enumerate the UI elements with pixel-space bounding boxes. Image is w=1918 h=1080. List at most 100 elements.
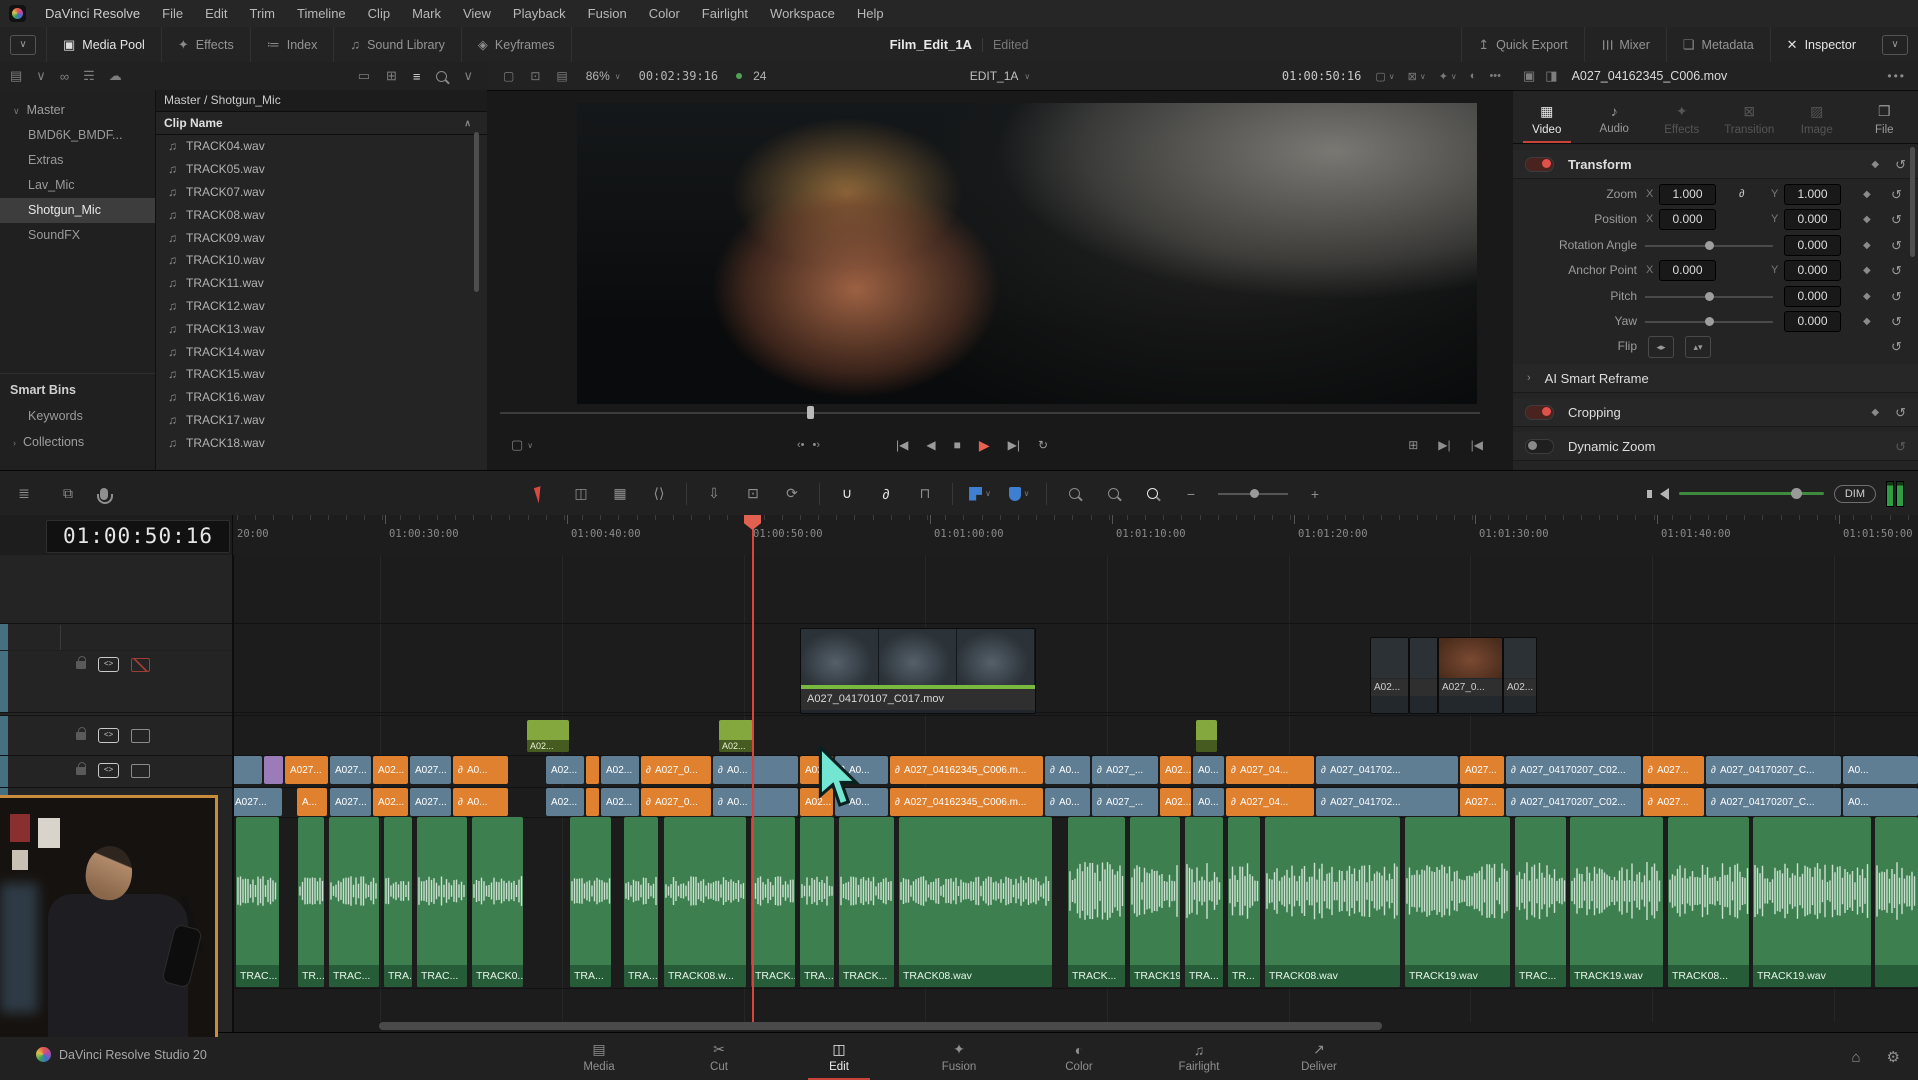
transform-toggle[interactable] [1525, 157, 1554, 172]
v3-clip[interactable]: A027_0... [1438, 637, 1503, 714]
bin-master[interactable]: ∨Master [0, 98, 155, 123]
next-marker-button[interactable]: •› [813, 439, 821, 451]
slider-knob[interactable] [1705, 292, 1714, 301]
v1-clip[interactable] [586, 756, 599, 784]
audio-clip[interactable] [1875, 817, 1918, 987]
a1-clip[interactable]: A027... [230, 788, 282, 816]
reset-icon[interactable]: ↺ [1895, 434, 1906, 459]
v1-clip[interactable]: A0... [1843, 756, 1918, 784]
crop-icon[interactable]: ▢ [503, 69, 514, 83]
menu-mark[interactable]: Mark [401, 0, 452, 27]
settings-gear-icon[interactable]: ⚙ [1887, 1048, 1900, 1066]
timeline-h-scrollbar[interactable] [379, 1022, 1382, 1030]
keyframe-icon[interactable]: ◆ [1863, 207, 1871, 232]
track-disabled-icon[interactable] [131, 658, 150, 672]
audio-clip[interactable]: TRACK19.wav [1570, 817, 1663, 987]
cinema-viewer-icon[interactable]: ⊞ [1408, 438, 1418, 452]
reset-icon[interactable]: ↺ [1891, 182, 1902, 207]
v1-clip[interactable]: A027... [410, 756, 451, 784]
lock-icon[interactable] [76, 732, 86, 740]
zoom-out-button[interactable]: − [1179, 482, 1203, 506]
audio-clip[interactable]: TRAC... [1515, 817, 1566, 987]
lock-icon[interactable] [76, 661, 86, 669]
a1-clip[interactable]: A02... [601, 788, 639, 816]
safe-area-icon[interactable]: ▢∨ [1375, 70, 1394, 83]
audio-clip[interactable]: TRA... [570, 817, 611, 987]
v1-clip[interactable]: ∂A0... [453, 756, 508, 784]
play-reverse-button[interactable]: ◀ [926, 438, 935, 452]
slider-knob[interactable] [1705, 317, 1714, 326]
viewer-zoom-select[interactable]: 86%∨ [586, 69, 621, 83]
viewer-safe-area-button[interactable]: ▢∨ [511, 437, 533, 453]
zoom-y-input[interactable]: 1.000 [1784, 184, 1841, 205]
v3-clip[interactable] [1409, 637, 1438, 714]
tab-video[interactable]: ▦Video [1513, 95, 1581, 143]
menu-app[interactable]: DaVinci Resolve [34, 0, 151, 27]
position-x-input[interactable]: 0.000 [1659, 209, 1716, 230]
page-tab-cut[interactable]: ✂ Cut [688, 1033, 750, 1080]
audio-clip[interactable]: TRACK... [751, 817, 795, 987]
stop-button[interactable]: ■ [954, 438, 961, 452]
v1-clip[interactable]: ∂A027_04162345_C006.m... [890, 756, 1043, 784]
collapse-icon[interactable]: ∧ [464, 112, 471, 134]
tab-file[interactable]: ❒File [1851, 95, 1918, 143]
a1-clip[interactable] [586, 788, 599, 816]
mixer-button[interactable]: ☰Mixer [1584, 27, 1666, 62]
yaw-input[interactable]: 0.000 [1784, 311, 1841, 332]
audio-clip[interactable]: TRACK19.wav [1753, 817, 1871, 987]
page-tab-media[interactable]: ▤ Media [568, 1033, 630, 1080]
quality-icon[interactable]: ⊠∨ [1408, 70, 1426, 83]
menu-fusion[interactable]: Fusion [577, 0, 638, 27]
v1-clip[interactable]: A027... [330, 756, 371, 784]
auto-select-icon[interactable]: <> [98, 728, 119, 743]
section-ai-smart-reframe[interactable]: ›AI Smart Reframe [1513, 364, 1918, 393]
audio-clip[interactable]: TRA... [800, 817, 834, 987]
snapping-magnet[interactable]: ∪ [835, 482, 859, 506]
a1-clip[interactable]: ∂A0... [713, 788, 798, 816]
subtitle-icon[interactable]: ☴ [83, 68, 95, 84]
auto-select-icon[interactable]: <> [98, 657, 119, 672]
metadata-button[interactable]: ❏Metadata [1666, 27, 1770, 62]
smart-bin-collections[interactable]: ›Collections [0, 430, 155, 455]
a1-clip[interactable]: A02... [373, 788, 408, 816]
a1-clip[interactable]: A0... [1193, 788, 1224, 816]
media-clip-row[interactable]: ♫TRACK11.wav [156, 272, 487, 295]
section-cropping[interactable]: Cropping◆↺ [1513, 398, 1918, 427]
a1-clip[interactable]: A... [297, 788, 327, 816]
v1-clip[interactable]: ∂A027_04170207_C... [1706, 756, 1841, 784]
color-viewer-icon[interactable]: ◐ [1470, 70, 1477, 83]
menu-playback[interactable]: Playback [502, 0, 577, 27]
keyframe-icon[interactable]: ◆ [1863, 258, 1871, 283]
v1-clip[interactable]: ∂A0... [1045, 756, 1090, 784]
loop-button[interactable]: ↻ [1038, 438, 1048, 452]
wand-icon[interactable]: ✦∨ [1439, 70, 1457, 83]
a1-clip[interactable]: ∂A027_041702... [1316, 788, 1458, 816]
a1-clip[interactable]: ∂A027... [1643, 788, 1704, 816]
chevron-down-icon[interactable]: ∨ [463, 68, 473, 84]
razor-tool[interactable]: ▦ [608, 482, 632, 506]
audio-clip[interactable]: TRA... [384, 817, 412, 987]
media-clip-row[interactable]: ♫TRACK10.wav [156, 249, 487, 272]
more-icon[interactable]: ••• [1489, 70, 1501, 83]
reset-icon[interactable]: ↺ [1891, 258, 1902, 283]
menu-trim[interactable]: Trim [239, 0, 287, 27]
anchor-point-x-input[interactable]: 0.000 [1659, 260, 1716, 281]
page-tab-edit[interactable]: ◫ Edit [808, 1033, 870, 1080]
v1-clip[interactable]: ∂A027_04170207_C02... [1506, 756, 1641, 784]
media-clip-row[interactable]: ♫TRACK09.wav [156, 226, 487, 249]
grid-overlay-icon[interactable]: ⊡ [530, 69, 540, 83]
v3-clip[interactable]: A02... [1370, 637, 1409, 714]
relink-icon[interactable]: ∞ [60, 69, 69, 84]
app-logo-icon[interactable] [9, 5, 26, 22]
custom-zoom[interactable] [1062, 482, 1086, 506]
voiceover-mic-icon[interactable] [100, 488, 108, 500]
a1-clip[interactable]: ∂A0... [1045, 788, 1090, 816]
inspector-button[interactable]: ✕Inspector [1770, 27, 1872, 62]
film-icon[interactable] [131, 729, 150, 743]
bin-item-1[interactable]: Extras [0, 148, 155, 173]
audio-clip[interactable]: TRACK... [1068, 817, 1125, 987]
stacked-timeline-icon[interactable]: ⧉ [56, 482, 80, 506]
sound-library-button[interactable]: ♫Sound Library [333, 27, 461, 62]
v2-clip[interactable] [1196, 720, 1217, 752]
media-clip-row[interactable]: ♫TRACK17.wav [156, 409, 487, 432]
